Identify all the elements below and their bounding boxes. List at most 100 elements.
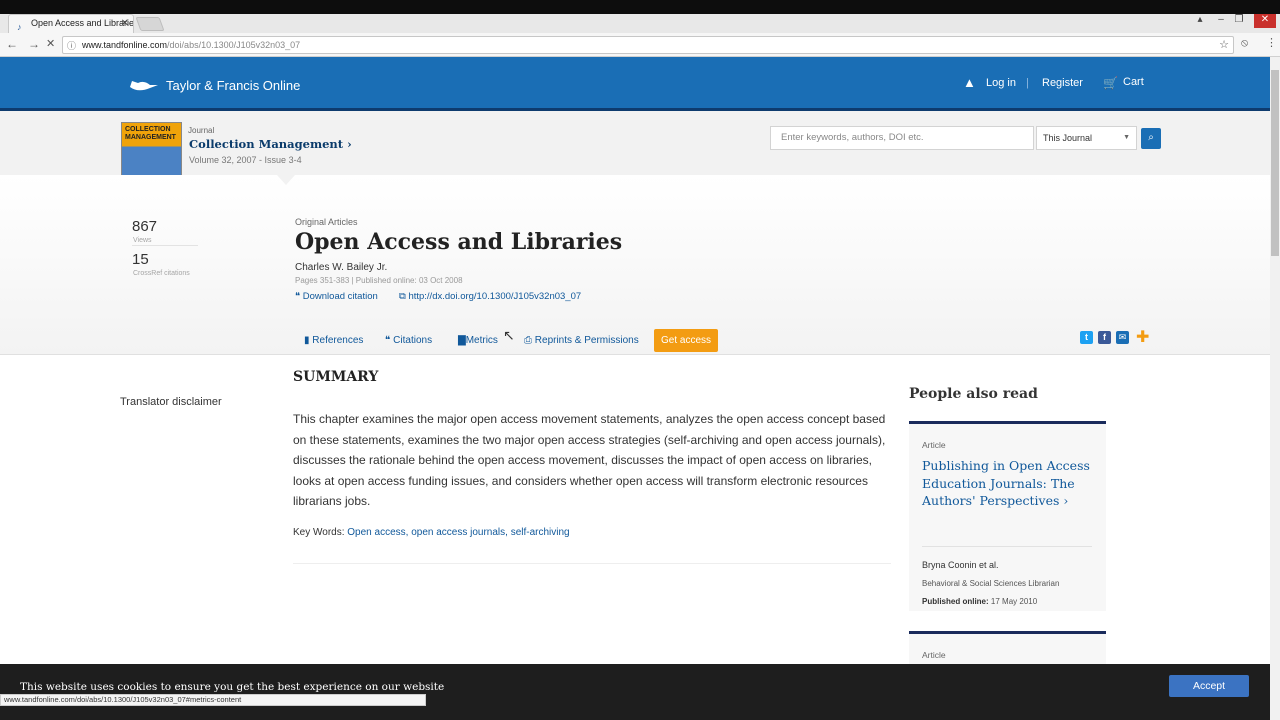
cart-icon: 🛒 — [1103, 76, 1118, 90]
site-logo[interactable]: Taylor & Francis Online — [128, 77, 300, 93]
keywords: Key Words: Open access, open access jour… — [293, 527, 570, 538]
url-host: www.tandfonline.com — [82, 40, 168, 50]
article-title: Open Access and Libraries — [295, 229, 623, 255]
menu-icon[interactable]: ⋮ — [1266, 36, 1277, 49]
divider: | — [1026, 77, 1029, 89]
email-icon[interactable]: ✉ — [1116, 331, 1129, 344]
banner-notch — [277, 175, 295, 185]
stats-divider — [132, 245, 198, 246]
tab-reprints[interactable]: ⎙ Reprints & Permissions — [524, 335, 639, 346]
search-button[interactable]: ⌕ — [1141, 128, 1161, 149]
abstract-text: This chapter examines the major open acc… — [293, 412, 886, 508]
keywords-links[interactable]: Open access, open access journals, self-… — [347, 527, 569, 538]
citations-count: 15 — [132, 251, 149, 268]
quote-icon: ❝ — [385, 335, 391, 346]
login-link[interactable]: Log in — [986, 77, 1016, 89]
translator-disclaimer-link[interactable]: Translator disclaimer — [120, 396, 222, 408]
forward-icon[interactable]: → — [28, 37, 40, 51]
book-icon: ▮ — [304, 335, 310, 346]
cookie-banner: This website uses cookies to ensure you … — [0, 664, 1270, 720]
extension-icon[interactable]: ⦸ — [1241, 37, 1248, 50]
download-citation-link[interactable]: Download citation — [303, 291, 378, 302]
facebook-icon[interactable]: f — [1098, 331, 1111, 344]
journal-banner: COLLECTION MANAGEMENT Journal Collection… — [0, 111, 1270, 176]
bar-chart-icon: ▇ — [458, 335, 466, 346]
article-author[interactable]: Charles W. Bailey Jr. — [295, 262, 387, 273]
caret-down-icon: ▼ — [1123, 134, 1130, 141]
back-icon[interactable]: ← — [6, 37, 18, 51]
tab-citations[interactable]: ❝ Citations — [385, 335, 432, 346]
plus-share-icon[interactable]: ✚ — [1136, 330, 1149, 346]
tab-citations-label: Citations — [393, 335, 433, 346]
window-close-icon[interactable]: ✕ — [1254, 14, 1276, 28]
article-head — [0, 175, 1270, 355]
search-icon: ⌕ — [1148, 132, 1154, 143]
site-header: Taylor & Francis Online ▲ Log in | Regis… — [0, 57, 1270, 111]
chevron-right-icon: › — [347, 137, 352, 151]
article-section: Original Articles — [295, 217, 358, 227]
card-published-label: Published online: — [922, 597, 989, 606]
related-article-card[interactable]: Article Publishing in Open Access Educat… — [909, 421, 1106, 611]
keywords-label: Key Words: — [293, 527, 348, 538]
address-row: ← → ✕ ⓘ www.tandfonline.com/doi/abs/10.1… — [0, 33, 1280, 57]
cart-link[interactable]: Cart — [1123, 76, 1144, 88]
publication-info: Pages 351-383 | Published online: 03 Oct… — [295, 276, 463, 285]
browser-status-url: www.tandfonline.com/doi/abs/10.1300/J105… — [0, 694, 426, 706]
info-icon[interactable]: ⓘ — [67, 39, 76, 52]
restore-icon[interactable]: ❐ — [1232, 14, 1246, 28]
tab-close-icon[interactable]: ✕ — [121, 15, 129, 32]
card-published: Published online: 17 May 2010 — [922, 597, 1037, 606]
external-link-icon: ⧉ — [399, 291, 406, 302]
tab-metrics-label: Metrics — [465, 335, 498, 346]
doi-link[interactable]: http://dx.doi.org/10.1300/J105v32n03_07 — [408, 291, 581, 302]
tab-favicon-icon: ♪ — [17, 22, 22, 32]
search-scope-select[interactable]: This Journal ▼ — [1036, 126, 1137, 150]
card-published-date: 17 May 2010 — [990, 597, 1038, 606]
journal-cover[interactable]: COLLECTION MANAGEMENT — [121, 122, 182, 176]
tab-metrics[interactable]: ▇Metrics — [458, 335, 498, 346]
browser-tab[interactable]: ♪ Open Access and Librarie ✕ — [8, 14, 134, 33]
card-type: Article — [922, 650, 946, 660]
accept-cookies-button[interactable]: Accept — [1169, 675, 1249, 697]
chevron-right-icon: › — [1063, 493, 1069, 508]
people-also-read-heading: People also read — [909, 386, 1038, 402]
bookmark-star-icon[interactable]: ☆ — [1219, 38, 1229, 51]
tab-title: Open Access and Librarie — [31, 18, 134, 28]
title-strip — [0, 0, 1280, 14]
profile-icon[interactable]: ▴ — [1193, 14, 1207, 28]
minimize-icon[interactable]: – — [1214, 14, 1228, 28]
summary-heading: SUMMARY — [293, 369, 379, 385]
card-author: Bryna Coonin et al. — [922, 560, 999, 570]
url-path: /doi/abs/10.1300/J105v32n03_07 — [167, 40, 301, 50]
card-divider — [922, 546, 1092, 547]
card-type: Article — [922, 440, 946, 450]
citations-label: CrossRef citations — [133, 270, 190, 277]
user-icon: ▲ — [963, 75, 976, 90]
tab-references-label: References — [312, 335, 364, 346]
body-divider — [293, 563, 891, 564]
journal-label: Journal — [188, 126, 215, 135]
journal-name[interactable]: Collection Management — [189, 137, 343, 151]
card-journal: Behavioral & Social Sciences Librarian — [922, 579, 1060, 588]
stop-icon[interactable]: ✕ — [46, 37, 55, 50]
tab-references[interactable]: ▮ References — [304, 335, 363, 346]
journal-volume[interactable]: Volume 32, 2007 - Issue 3-4 — [189, 155, 302, 165]
cookie-text: This website uses cookies to ensure you … — [20, 681, 445, 693]
address-bar[interactable]: ⓘ www.tandfonline.com/doi/abs/10.1300/J1… — [62, 36, 1234, 54]
views-label: Views — [133, 237, 152, 244]
search-input[interactable]: Enter keywords, authors, DOI etc. — [770, 126, 1034, 150]
new-tab-button[interactable] — [135, 17, 165, 31]
views-count: 867 — [132, 218, 158, 235]
browser-tabbar: ♪ Open Access and Librarie ✕ ▴ – ❐ ✕ — [0, 0, 1280, 33]
twitter-icon[interactable]: t — [1080, 331, 1093, 344]
scope-value: This Journal — [1043, 133, 1093, 143]
tab-reprints-label: Reprints & Permissions — [534, 335, 639, 346]
mouse-cursor-icon: ↖ — [503, 327, 515, 343]
scrollbar-thumb[interactable] — [1271, 70, 1279, 256]
print-icon: ⎙ — [524, 335, 532, 346]
quote-icon: ❝ — [295, 291, 301, 302]
get-access-button[interactable]: Get access — [654, 329, 718, 352]
logo-text: Taylor & Francis Online — [166, 78, 301, 93]
register-link[interactable]: Register — [1042, 77, 1083, 89]
lamp-logo-icon — [130, 81, 158, 91]
